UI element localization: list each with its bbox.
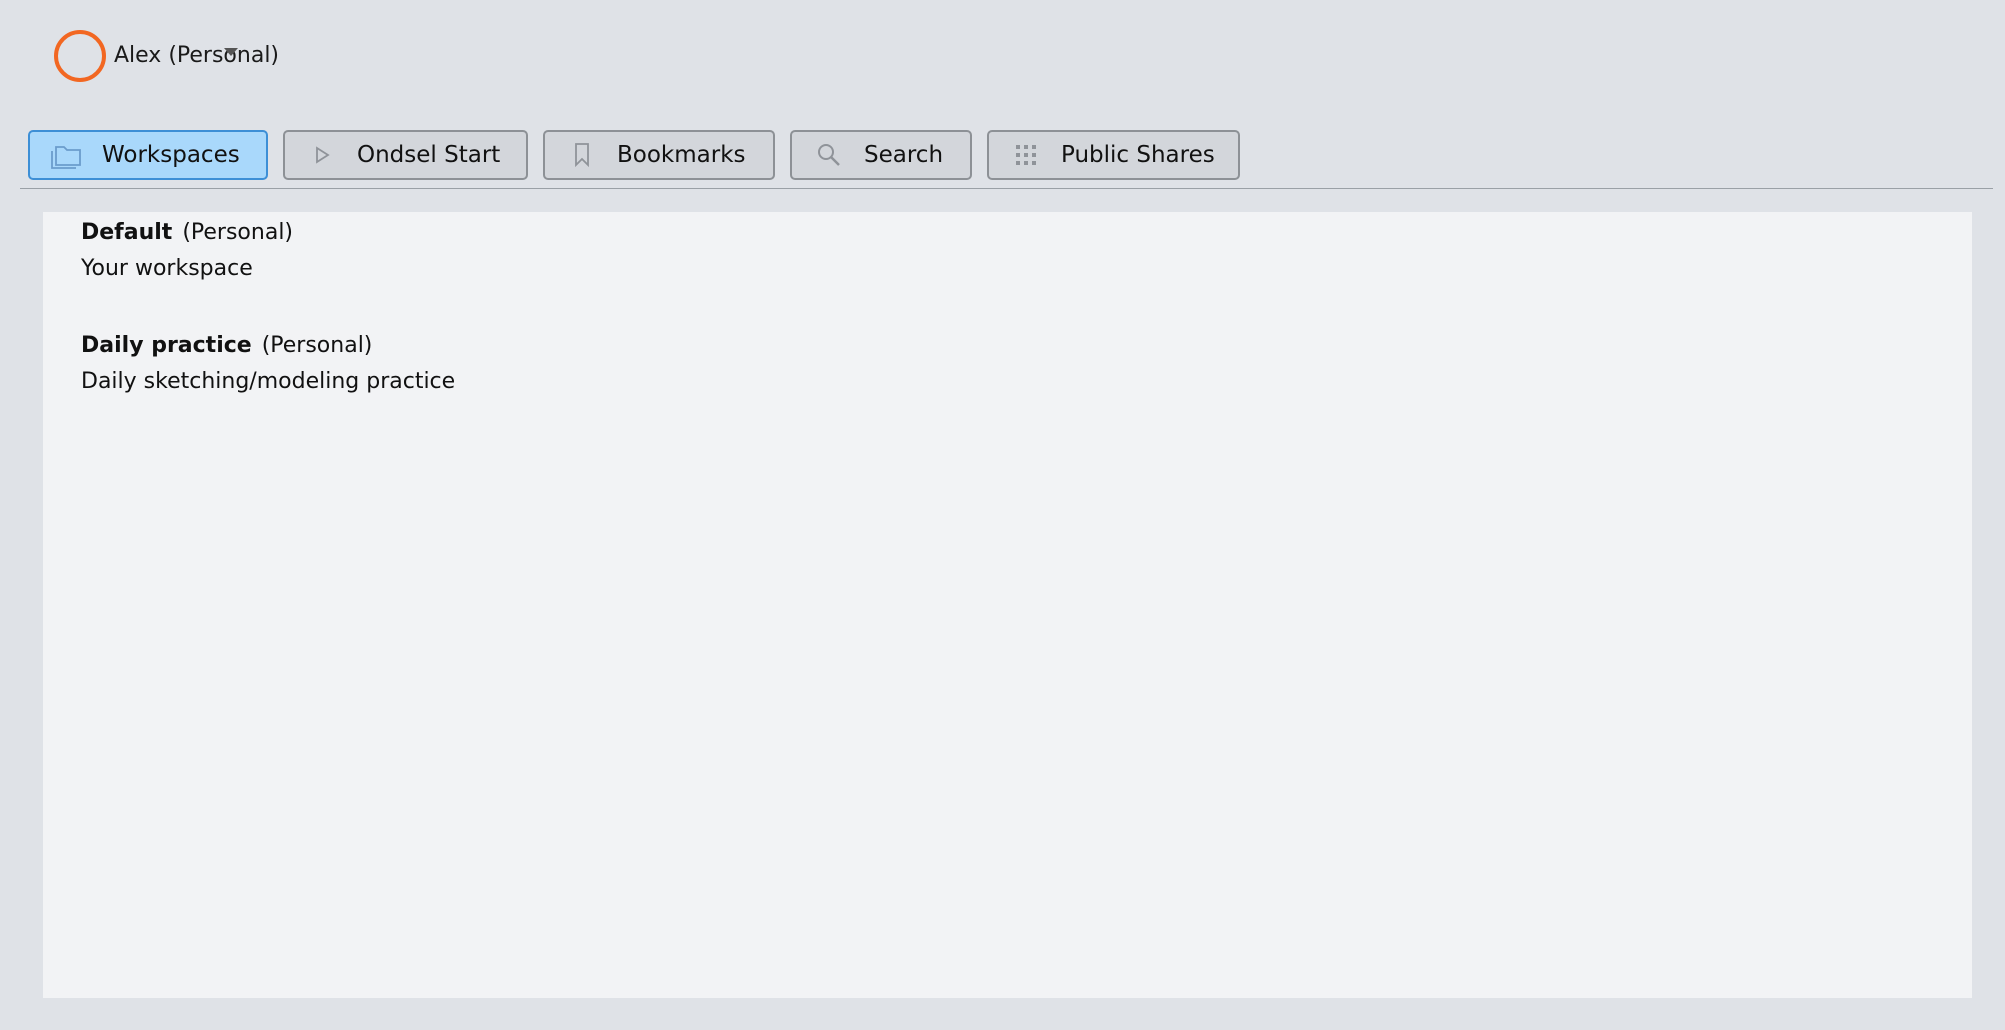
- workspace-list: Default (Personal) Your workspace Daily p…: [43, 212, 1972, 998]
- account-name[interactable]: Alex (Personal): [114, 43, 279, 68]
- workspace-name: Default: [81, 220, 173, 245]
- workspace-description: Your workspace: [81, 256, 253, 281]
- search-icon: [812, 138, 846, 172]
- avatar[interactable]: [54, 30, 106, 82]
- divider: [20, 188, 1993, 189]
- workspace-name: Daily practice: [81, 333, 252, 358]
- workspace-title: Daily practice (Personal): [81, 331, 455, 361]
- workspace-type: (Personal): [182, 220, 294, 245]
- tab-label: Search: [864, 142, 944, 168]
- grid-icon: [1009, 138, 1043, 172]
- workspace-type: (Personal): [261, 333, 373, 358]
- chevron-down-icon[interactable]: [224, 48, 238, 56]
- tab-label: Workspaces: [102, 142, 240, 168]
- tab-label: Bookmarks: [617, 142, 746, 168]
- tab-bookmarks[interactable]: Bookmarks: [543, 130, 775, 180]
- list-item[interactable]: Default (Personal) Your workspace: [81, 218, 293, 284]
- bookmark-icon: [565, 138, 599, 172]
- folder-icon: [50, 138, 84, 172]
- tab-label: Ondsel Start: [357, 142, 501, 168]
- tab-public-shares[interactable]: Public Shares: [987, 130, 1240, 180]
- account-selector[interactable]: Alex (Personal): [54, 26, 279, 86]
- tab-ondsel-start[interactable]: Ondsel Start: [283, 130, 528, 180]
- workspace-title: Default (Personal): [81, 218, 293, 248]
- workspace-description: Daily sketching/modeling practice: [81, 369, 456, 394]
- tab-bar: Workspaces Ondsel Start Bookmarks Search: [28, 130, 1240, 180]
- list-item[interactable]: Daily practice (Personal) Daily sketching…: [81, 331, 455, 397]
- tab-search[interactable]: Search: [790, 130, 972, 180]
- tab-workspaces[interactable]: Workspaces: [28, 130, 268, 180]
- play-icon: [305, 138, 339, 172]
- tab-label: Public Shares: [1061, 142, 1215, 168]
